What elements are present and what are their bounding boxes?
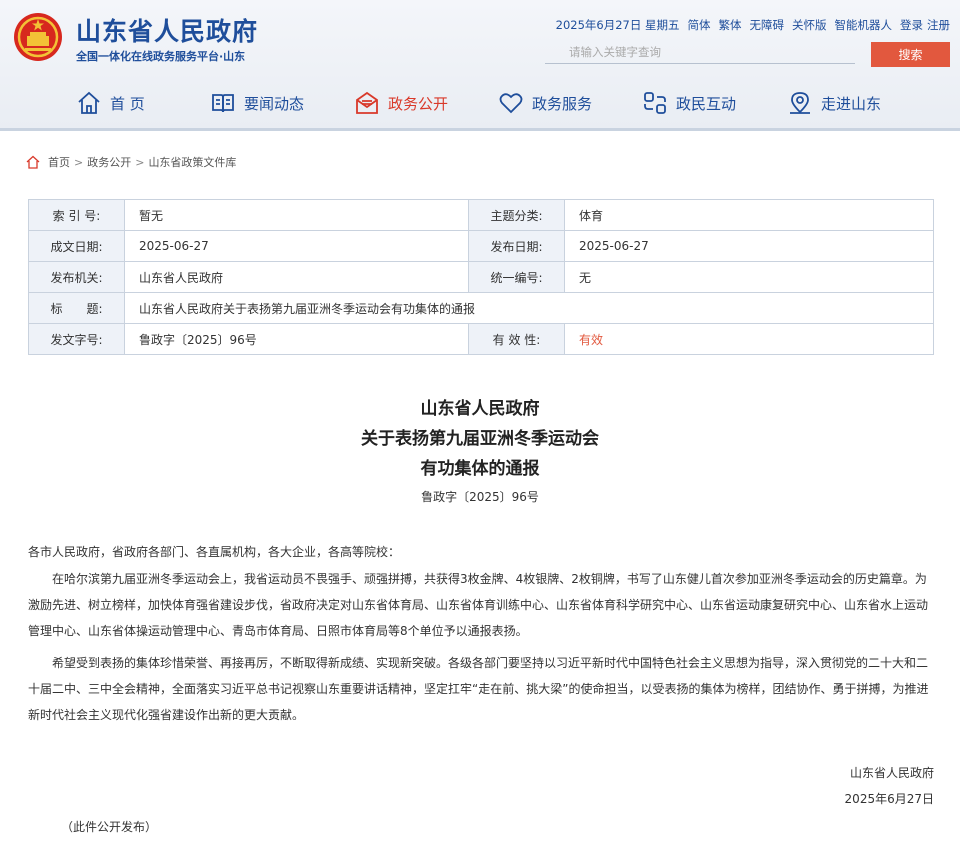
topic-label: 主题分类:: [468, 199, 565, 231]
nav-item-home[interactable]: 首 页: [76, 84, 145, 122]
elder-care-mode-link[interactable]: 关怀版: [792, 17, 827, 33]
title-value: 山东省人民政府关于表扬第九届亚洲冬季运动会有功集体的通报: [124, 292, 934, 324]
search-button[interactable]: 搜索: [871, 42, 950, 67]
nav-label-home: 首 页: [110, 94, 145, 113]
document-date: 2025年6月27日: [844, 792, 934, 806]
nav-item-news[interactable]: 要闻动态: [210, 84, 304, 122]
document-paragraph-1: 在哈尔滨第九届亚洲冬季运动会上，我省运动员不畏强手、顽强拼搏，共获得3枚金牌、4…: [28, 572, 929, 638]
home-icon: [26, 155, 40, 169]
document-info-table: 索 引 号: 暂无 主题分类: 体育 成文日期: 2025-06-27 发布日期…: [28, 199, 934, 355]
current-date: 2025年6月27日 星期五: [555, 18, 680, 32]
breadcrumb-gov-affairs[interactable]: 政务公开: [87, 154, 131, 170]
main-nav: 首 页 要闻动态 政务公开 政务服务 政民互动 走进山东: [0, 84, 960, 122]
table-row: 索 引 号: 暂无 主题分类: 体育: [28, 199, 934, 231]
search-input[interactable]: [545, 42, 855, 64]
book-icon: [212, 94, 234, 113]
login-link[interactable]: 登录: [900, 17, 923, 33]
home-icon: [78, 91, 100, 114]
breadcrumb: 首页 > 政务公开 > 山东省政策文件库: [26, 154, 236, 170]
nav-label-services: 政务服务: [532, 94, 593, 113]
smart-robot-link[interactable]: 智能机器人: [835, 17, 893, 33]
doc-number-label: 发文字号:: [28, 323, 125, 355]
topic-value: 体育: [564, 199, 934, 231]
validity-label: 有 效 性:: [468, 323, 565, 355]
heart-icon: [499, 93, 523, 114]
document-title-line-1: 山东省人民政府: [420, 399, 540, 419]
interaction-icon: [644, 92, 666, 114]
unified-code-label: 统一编号:: [468, 261, 565, 293]
breadcrumb-separator: >: [135, 155, 145, 169]
published-date-label: 发布日期:: [468, 230, 565, 262]
nav-label-news: 要闻动态: [244, 94, 305, 113]
table-row: 发布机关: 山东省人民政府 统一编号: 无: [28, 261, 934, 293]
unified-code-value: 无: [564, 261, 934, 293]
document-salutation: 各市人民政府，省政府各部门、各直属机构，各大企业，各高等院校：: [28, 545, 401, 559]
published-date-value: 2025-06-27: [564, 230, 934, 262]
table-row: 标 题: 山东省人民政府关于表扬第九届亚洲冬季运动会有功集体的通报: [28, 292, 934, 324]
breadcrumb-separator: >: [74, 155, 84, 169]
issuing-org-label: 发布机关:: [28, 261, 125, 293]
document-paragraph-2: 希望受到表扬的集体珍惜荣誉、再接再厉，不断取得新成绩、实现新突破。各级各部门要坚…: [28, 656, 929, 722]
publication-note: （此件公开发布）: [61, 820, 158, 834]
doc-number-value: 鲁政字〔2025〕96号: [124, 323, 469, 355]
nav-item-interaction[interactable]: 政民互动: [642, 84, 736, 122]
document-icon: [356, 91, 378, 114]
national-emblem-logo[interactable]: [13, 12, 63, 62]
breadcrumb-home[interactable]: 首页: [48, 154, 70, 170]
accessibility-link[interactable]: 无障碍: [750, 17, 785, 33]
site-title[interactable]: 山东省人民政府: [76, 12, 258, 48]
register-link[interactable]: 注册: [927, 17, 950, 33]
validity-value: 有效: [564, 323, 934, 355]
document-title-line-2: 关于表扬第九届亚洲冬季运动会: [361, 429, 599, 449]
nav-label-interaction: 政民互动: [676, 94, 737, 113]
nav-item-services[interactable]: 政务服务: [498, 84, 592, 122]
document-signer: 山东省人民政府: [849, 766, 934, 780]
nav-item-about-shandong[interactable]: 走进山东: [787, 84, 881, 122]
simplified-chinese-link[interactable]: 简体: [688, 17, 711, 33]
site-subtitle: 全国一体化在线政务服务平台·山东: [76, 50, 246, 63]
issuing-org-value: 山东省人民政府: [124, 261, 469, 293]
index-label: 索 引 号:: [28, 199, 125, 231]
table-row: 发文字号: 鲁政字〔2025〕96号 有 效 性: 有效: [28, 323, 934, 355]
nav-label-about-shandong: 走进山东: [821, 94, 882, 113]
index-value: 暂无: [124, 199, 469, 231]
traditional-chinese-link[interactable]: 繁体: [719, 17, 742, 33]
document-title-line-3: 有功集体的通报: [420, 459, 540, 479]
created-date-label: 成文日期:: [28, 230, 125, 262]
site-header: 山东省人民政府 全国一体化在线政务服务平台·山东 2025年6月27日 星期五 …: [0, 0, 960, 131]
document-number: 鲁政字〔2025〕96号: [421, 490, 539, 504]
table-row: 成文日期: 2025-06-27 发布日期: 2025-06-27: [28, 230, 934, 262]
nav-label-gov-affairs: 政务公开: [388, 94, 449, 113]
nav-item-gov-affairs[interactable]: 政务公开: [354, 84, 448, 122]
breadcrumb-policy-library[interactable]: 山东省政策文件库: [148, 154, 236, 170]
title-label: 标 题:: [28, 292, 125, 324]
created-date-value: 2025-06-27: [124, 230, 469, 262]
top-links: 2025年6月27日 星期五 简体 繁体 无障碍 关怀版 智能机器人 登录 注册: [548, 17, 950, 33]
location-icon: [790, 92, 810, 114]
